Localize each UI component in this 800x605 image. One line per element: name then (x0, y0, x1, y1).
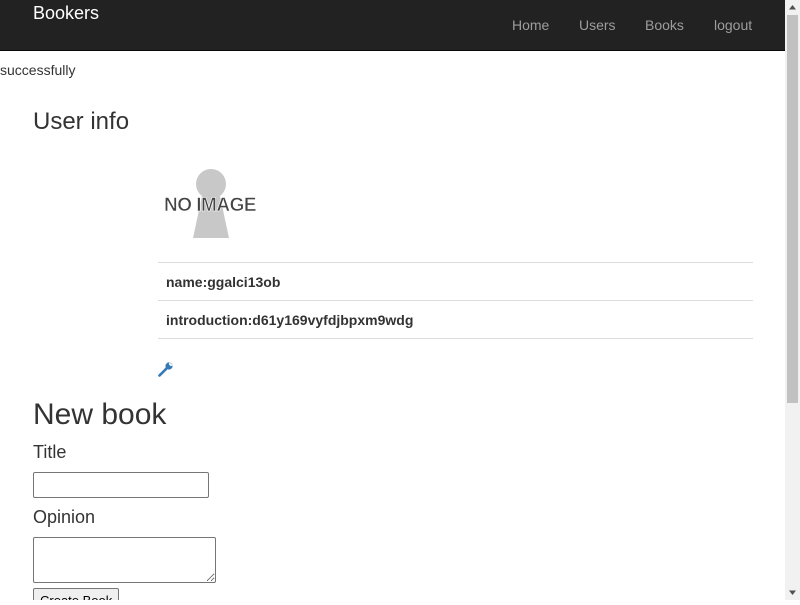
vertical-scrollbar[interactable] (785, 0, 800, 600)
title-label: Title (33, 442, 67, 462)
flash-message: successfully (0, 62, 76, 78)
user-name: name:ggalci13ob (158, 262, 753, 301)
new-book-heading: New book (33, 398, 167, 431)
wrench-icon (158, 362, 173, 377)
user-info-table: name:ggalci13ob introduction:d61y169vyfd… (158, 262, 753, 339)
scroll-down-arrow-icon[interactable] (785, 585, 800, 600)
navbar: Bookers Home Users Books logout (0, 0, 785, 51)
profile-image: NO IMAGE (158, 158, 258, 248)
page: Bookers Home Users Books logout successf… (0, 0, 785, 600)
title-input[interactable] (33, 472, 209, 498)
nav-link-home[interactable]: Home (512, 17, 549, 33)
no-image-placeholder: NO IMAGE (158, 158, 258, 248)
nav-link-users[interactable]: Users (579, 17, 616, 33)
edit-profile-link[interactable] (158, 361, 174, 377)
scroll-up-arrow-icon[interactable] (785, 0, 800, 15)
opinion-textarea[interactable] (33, 537, 216, 583)
user-info-heading: User info (33, 108, 130, 135)
nav-link-logout[interactable]: logout (714, 17, 752, 33)
nav-link-books[interactable]: Books (645, 17, 684, 33)
no-image-text: NO IMAGE (164, 195, 256, 216)
opinion-label: Opinion (33, 507, 96, 527)
table-row: introduction:d61y169vyfdjbpxm9wdg (158, 300, 753, 339)
brand-link[interactable]: Bookers (33, 3, 99, 24)
user-introduction: introduction:d61y169vyfdjbpxm9wdg (158, 300, 753, 339)
create-book-button[interactable]: Create Book (33, 588, 120, 600)
table-row: name:ggalci13ob (158, 262, 753, 301)
scroll-thumb[interactable] (787, 15, 798, 403)
